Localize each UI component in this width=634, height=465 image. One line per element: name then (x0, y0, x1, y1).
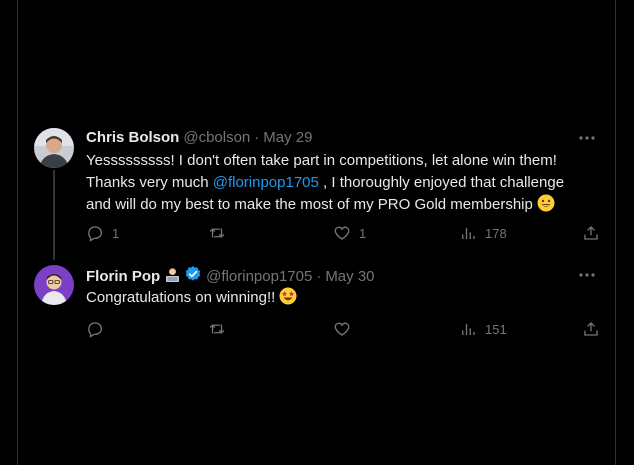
views-icon (462, 227, 475, 239)
tweet-text-line-1: Yesssssssss! I don't often take part in … (86, 152, 557, 169)
conversation-column: Chris Bolson @cbolson · May 29 Yesssssss… (17, 0, 616, 465)
tweet-text: Yesssssssss! I don't often take part in … (86, 150, 596, 219)
tweet-date[interactable]: May 30 (325, 267, 374, 287)
reply-button[interactable] (86, 320, 112, 338)
avatar-florin-pop[interactable] (34, 265, 74, 305)
reply-icon (88, 226, 103, 242)
thread-connector-line (53, 170, 55, 260)
retweet-icon (209, 228, 225, 238)
like-button[interactable]: 1 (333, 224, 366, 242)
share-button[interactable] (582, 224, 600, 242)
tweet-text-thanks: Thanks very much (86, 174, 213, 191)
star-struck-emoji-icon (279, 287, 297, 312)
grinning-face-emoji-icon (537, 194, 555, 219)
tweet-header: Chris Bolson @cbolson · May 29 (86, 128, 312, 148)
views-button[interactable]: 178 (459, 224, 507, 242)
like-button[interactable] (333, 320, 359, 338)
separator-dot: · (254, 129, 260, 146)
heart-icon (334, 226, 350, 240)
tweet-text-after-mention: , I thoroughly enjoyed that challenge (318, 174, 565, 191)
more-icon[interactable] (577, 128, 597, 148)
like-count: 1 (359, 225, 367, 241)
separator-dot: · (316, 268, 322, 285)
tweet-text-line: Congratulations on winning!! (86, 289, 276, 306)
reply-count: 1 (112, 225, 120, 241)
tweet-date[interactable]: May 29 (263, 128, 312, 148)
share-icon (584, 322, 598, 336)
mention-link[interactable]: @florinpop1705 (213, 174, 319, 191)
views-icon (462, 323, 475, 335)
tweet-text: Congratulations on winning!! (86, 287, 596, 312)
heart-icon (334, 322, 350, 336)
author-handle[interactable]: @florinpop1705 (206, 267, 312, 287)
tweet-actions: 1 1 178 (86, 224, 602, 244)
more-icon[interactable] (577, 265, 597, 285)
tweet-text-last: and will do my best to make the most of … (86, 196, 533, 213)
share-button[interactable] (582, 320, 600, 338)
retweet-button[interactable] (208, 224, 234, 242)
author-name[interactable]: Chris Bolson (86, 128, 179, 148)
author-handle[interactable]: @cbolson (183, 128, 250, 148)
views-count: 151 (485, 321, 507, 337)
tweet-header: Florin Pop @florinpop1705 · May 30 (86, 265, 375, 289)
share-icon (584, 226, 598, 240)
reply-icon (88, 322, 103, 338)
retweet-button[interactable] (208, 320, 234, 338)
views-count: 178 (485, 225, 507, 241)
tweet-actions: 151 (86, 320, 602, 340)
technologist-emoji-icon (164, 266, 181, 289)
avatar-chris-bolson[interactable] (34, 128, 74, 168)
retweet-icon (209, 324, 225, 334)
author-name[interactable]: Florin Pop (86, 267, 160, 287)
views-button[interactable]: 151 (459, 320, 507, 338)
verified-badge-icon[interactable] (184, 265, 202, 289)
reply-button[interactable]: 1 (86, 224, 119, 242)
